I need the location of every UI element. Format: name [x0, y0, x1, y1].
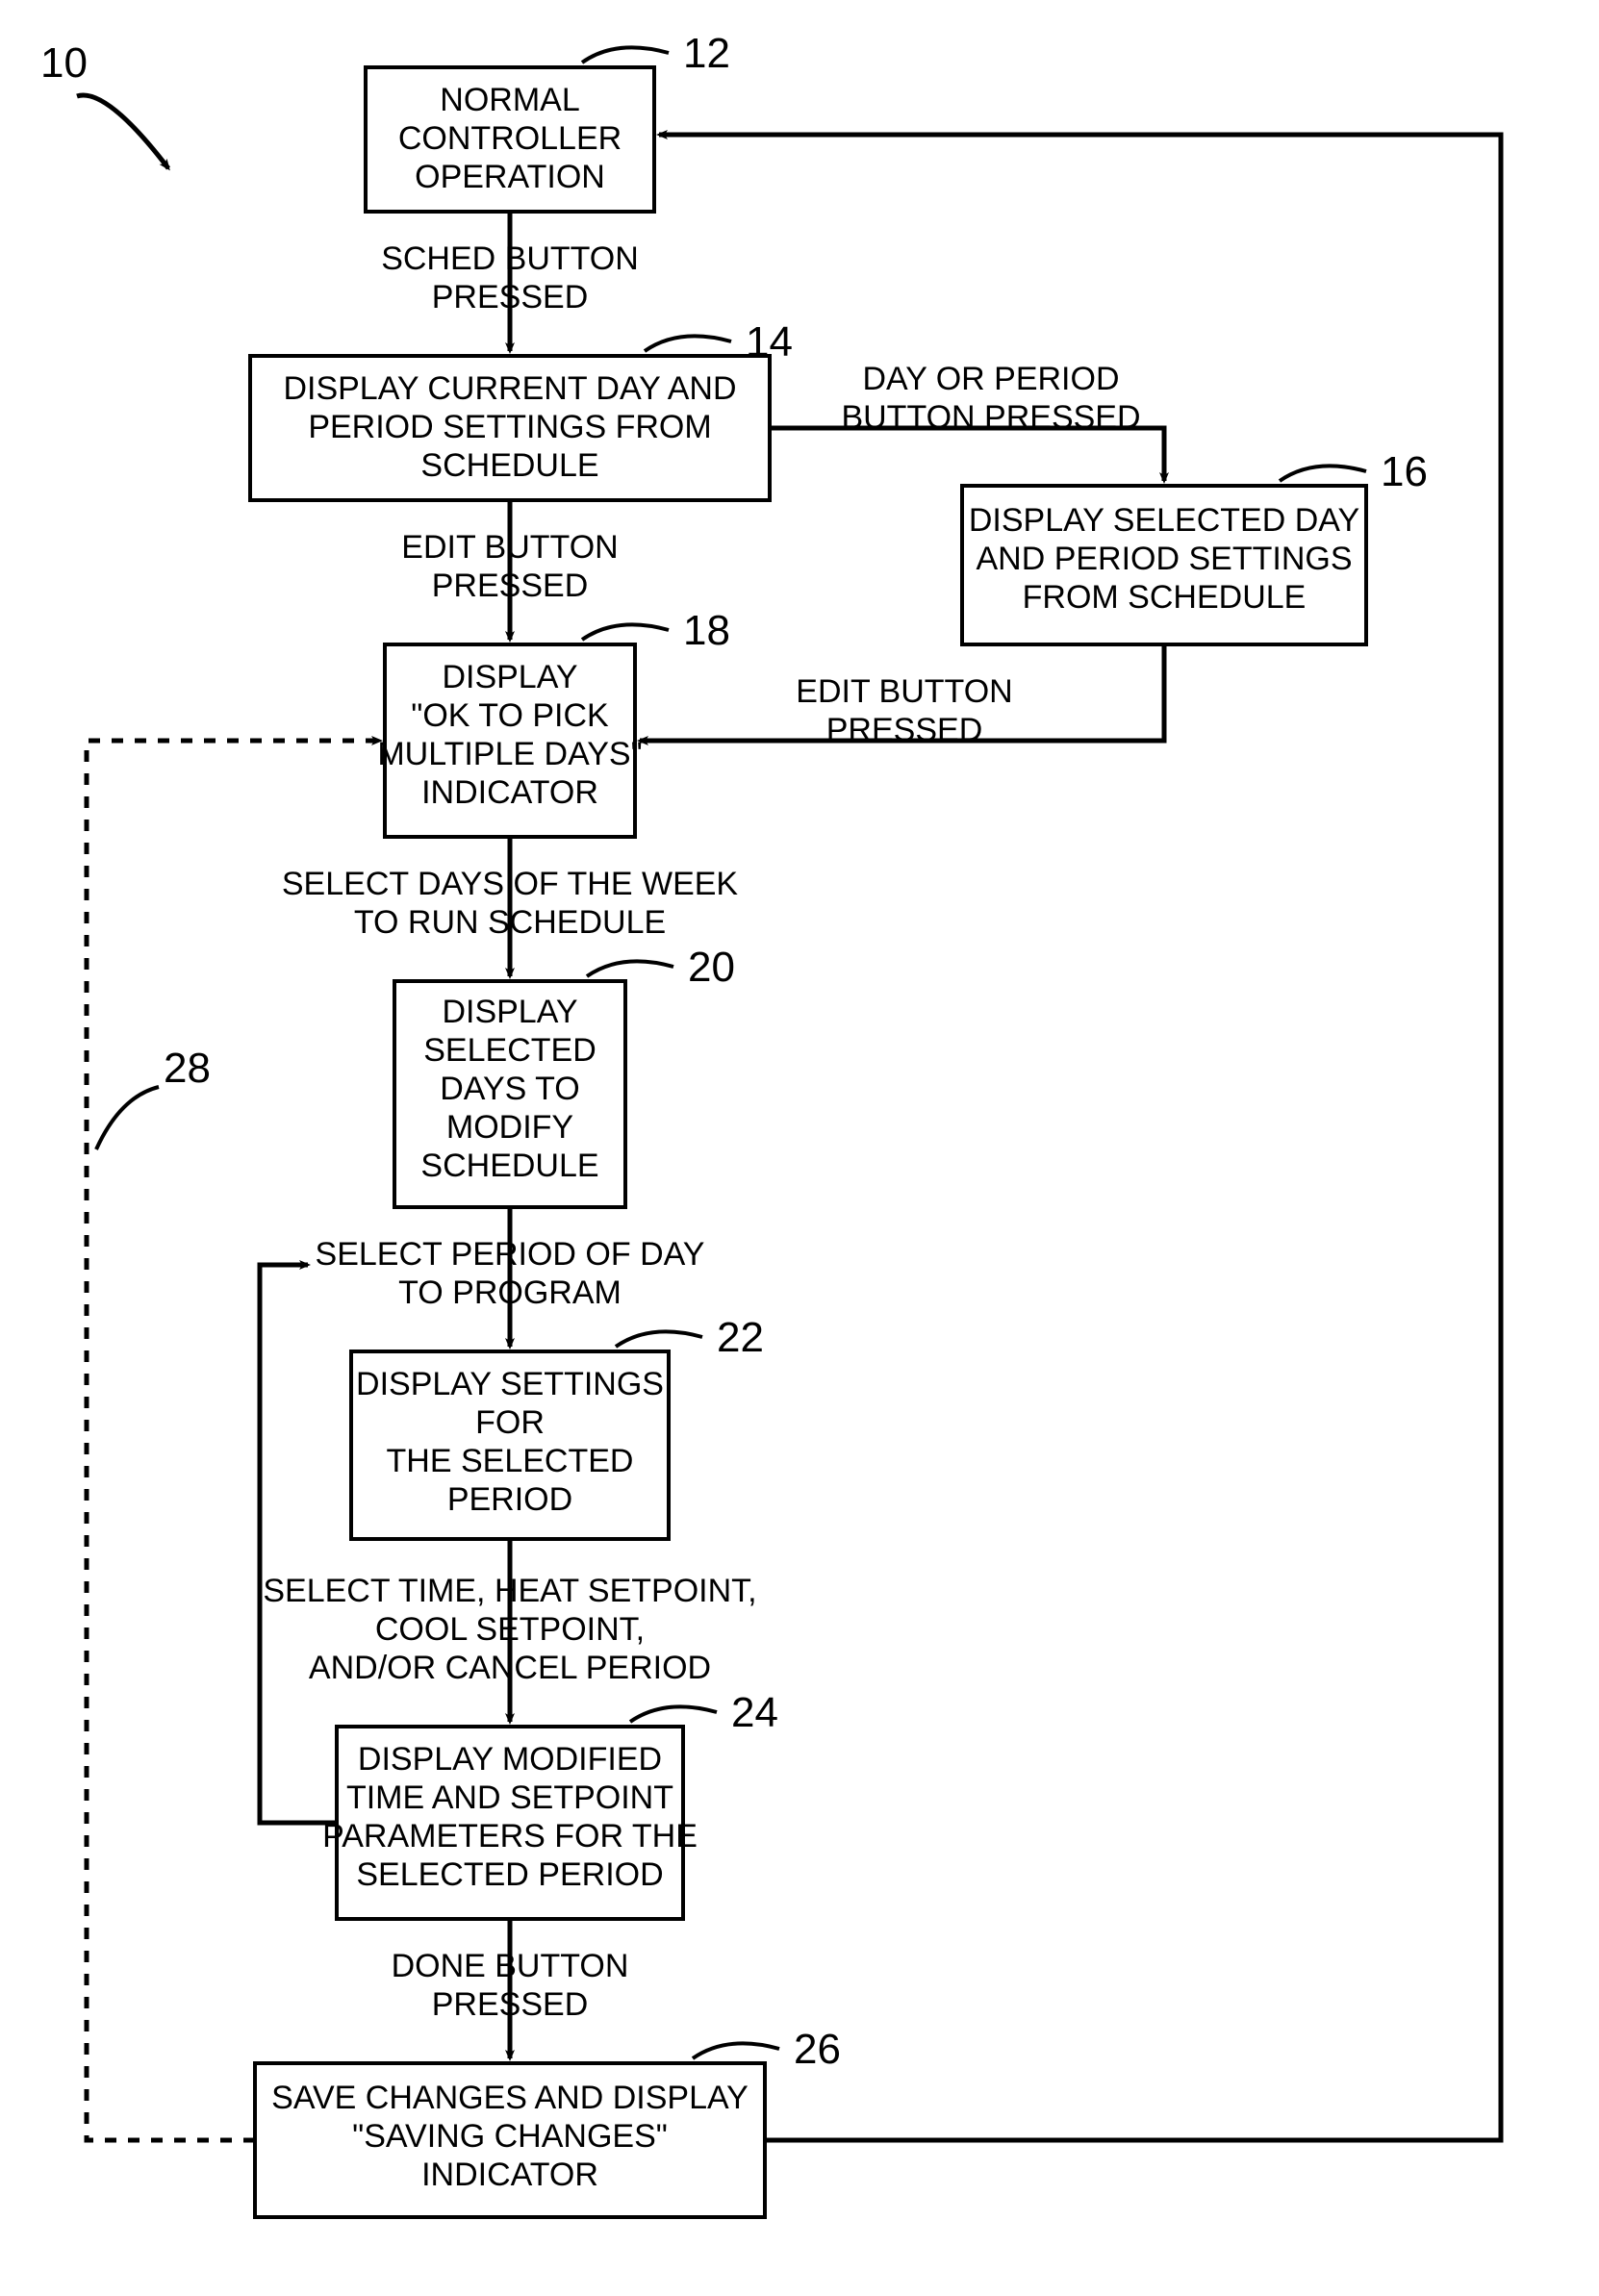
- box-22-l3: THE SELECTED: [387, 1443, 634, 1479]
- box-26-l3: INDICATOR: [421, 2157, 598, 2193]
- box-14-l1: DISPLAY CURRENT DAY AND: [283, 370, 736, 407]
- lbl-seltime-1: SELECT TIME, HEAT SETPOINT,: [263, 1573, 756, 1609]
- box-24-l2: TIME AND SETPOINT: [346, 1779, 673, 1816]
- leader-24: [630, 1706, 717, 1722]
- box-22-l4: PERIOD: [447, 1481, 572, 1518]
- box-24-l3: PARAMETERS FOR THE: [322, 1818, 698, 1854]
- box-24-l1: DISPLAY MODIFIED: [358, 1741, 662, 1778]
- lbl-editB-1: EDIT BUTTON: [796, 673, 1012, 710]
- lbl-selperiod-1: SELECT PERIOD OF DAY: [316, 1236, 705, 1273]
- box-14-l2: PERIOD SETTINGS FROM: [308, 409, 711, 445]
- box-22-l1: DISPLAY SETTINGS: [356, 1366, 664, 1402]
- box-18-l1: DISPLAY: [442, 659, 577, 695]
- ref-12: 12: [683, 30, 730, 77]
- box-20-l5: SCHEDULE: [420, 1148, 598, 1184]
- box-24-l4: SELECTED PERIOD: [356, 1856, 663, 1893]
- ref-10: 10: [40, 39, 88, 87]
- lbl-sched-2: PRESSED: [432, 279, 589, 315]
- leader-18: [582, 624, 669, 640]
- lbl-done-2: PRESSED: [432, 1986, 589, 2023]
- box-12-l3: OPERATION: [415, 159, 605, 195]
- ref-18: 18: [683, 607, 730, 654]
- box-20-l4: MODIFY: [446, 1109, 573, 1146]
- lbl-editA-1: EDIT BUTTON: [401, 529, 618, 566]
- lbl-editA-2: PRESSED: [432, 568, 589, 604]
- lbl-sched-1: SCHED BUTTON: [381, 240, 639, 277]
- lbl-seldays-1: SELECT DAYS OF THE WEEK: [282, 866, 739, 902]
- box-16-l3: FROM SCHEDULE: [1023, 579, 1307, 616]
- lbl-seldays-2: TO RUN SCHEDULE: [354, 904, 666, 941]
- ref-28: 28: [164, 1045, 211, 1092]
- box-12-l1: NORMAL: [440, 82, 579, 118]
- box-20-l3: DAYS TO: [440, 1071, 580, 1107]
- lbl-selperiod-2: TO PROGRAM: [398, 1274, 622, 1311]
- ref-14: 14: [746, 318, 793, 366]
- box-26-l2: "SAVING CHANGES": [352, 2118, 668, 2155]
- lbl-dayper-2: BUTTON PRESSED: [841, 399, 1140, 436]
- lbl-editB-2: PRESSED: [826, 712, 983, 748]
- ref-16: 16: [1381, 448, 1428, 495]
- box-14-l3: SCHEDULE: [420, 447, 598, 484]
- ref-22: 22: [717, 1314, 764, 1361]
- leader-22: [616, 1331, 702, 1347]
- arrow-dashed-28: [87, 741, 380, 2140]
- lbl-dayper-1: DAY OR PERIOD: [862, 361, 1119, 397]
- ref-20: 20: [688, 944, 735, 991]
- leader-12: [582, 47, 669, 63]
- lbl-seltime-3: AND/OR CANCEL PERIOD: [309, 1650, 711, 1686]
- ref-26: 26: [794, 2026, 841, 2073]
- box-20-l1: DISPLAY: [442, 994, 577, 1030]
- leader-28: [96, 1087, 159, 1149]
- arrow-14-16: [770, 428, 1164, 481]
- leader-14: [645, 336, 731, 351]
- box-18-l2: "OK TO PICK: [411, 697, 609, 734]
- box-22-l2: FOR: [475, 1404, 545, 1441]
- box-20-l2: SELECTED: [423, 1032, 596, 1069]
- lbl-done-1: DONE BUTTON: [392, 1948, 629, 1984]
- box-12-l2: CONTROLLER: [398, 120, 622, 157]
- leader-26: [693, 2043, 779, 2058]
- leader-16: [1280, 466, 1366, 481]
- box-18-l3: MULTIPLE DAYS": [377, 736, 642, 772]
- lbl-seltime-2: COOL SETPOINT,: [375, 1611, 645, 1648]
- ref-24: 24: [731, 1689, 778, 1736]
- box-16-l1: DISPLAY SELECTED DAY: [969, 502, 1359, 539]
- pointer-arrow: [77, 95, 168, 168]
- leader-20: [587, 961, 673, 976]
- arrow-24-loop: [260, 1265, 337, 1823]
- box-18-l4: INDICATOR: [421, 774, 598, 811]
- box-26-l1: SAVE CHANGES AND DISPLAY: [271, 2080, 749, 2116]
- box-16-l2: AND PERIOD SETTINGS: [976, 541, 1352, 577]
- flowchart: 10 NORMAL CONTROLLER OPERATION 12 SCHED …: [0, 0, 1599, 2296]
